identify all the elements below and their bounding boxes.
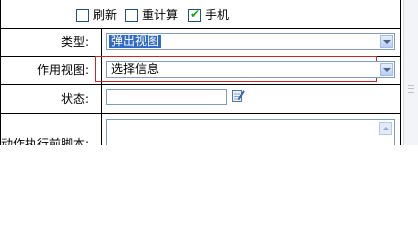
mobile-checkbox-box[interactable]: ✔ <box>188 6 201 22</box>
grid-divider-right <box>400 0 401 145</box>
refresh-label: 刷新 <box>93 8 118 22</box>
type-select[interactable]: 弹出视图 <box>106 33 395 50</box>
chevron-down-icon[interactable] <box>380 35 393 48</box>
row-divider <box>0 113 401 114</box>
script-label: 动作执行前脚本: <box>0 137 89 145</box>
refresh-checkbox-box[interactable] <box>76 8 89 22</box>
status-input[interactable] <box>106 89 227 105</box>
view-select[interactable]: 选择信息 <box>106 61 395 78</box>
type-label: 类型: <box>60 35 89 49</box>
grid-divider-left <box>0 0 1 145</box>
edit-icon[interactable] <box>231 88 245 103</box>
type-select-value: 弹出视图 <box>109 34 162 48</box>
grid-divider-middle <box>101 28 102 145</box>
row-divider <box>0 84 401 85</box>
recalc-checkbox-box[interactable] <box>125 8 138 22</box>
recalc-checkbox[interactable]: 重计算 <box>125 7 178 23</box>
panel-scrollbar[interactable] <box>403 0 418 145</box>
refresh-checkbox[interactable]: 刷新 <box>76 7 117 23</box>
checkmark-icon: ✔ <box>190 6 201 21</box>
scroll-up-icon[interactable] <box>379 122 392 135</box>
view-select-value: 选择信息 <box>111 62 160 76</box>
view-label: 作用视图: <box>36 63 89 77</box>
mobile-label: 手机 <box>205 8 230 22</box>
recalc-label: 重计算 <box>142 8 179 22</box>
row-divider <box>0 28 401 29</box>
form-panel: 刷新 重计算 ✔ 手机 类型: 弹出视图 作用视图: 选择信息 状态: 动作执行… <box>0 0 401 145</box>
scroll-grip-icon[interactable] <box>408 85 414 93</box>
mobile-checkbox[interactable]: ✔ 手机 <box>188 7 229 23</box>
script-textarea[interactable] <box>106 119 395 145</box>
chevron-down-icon[interactable] <box>380 63 393 76</box>
status-label: 状态: <box>60 92 89 106</box>
